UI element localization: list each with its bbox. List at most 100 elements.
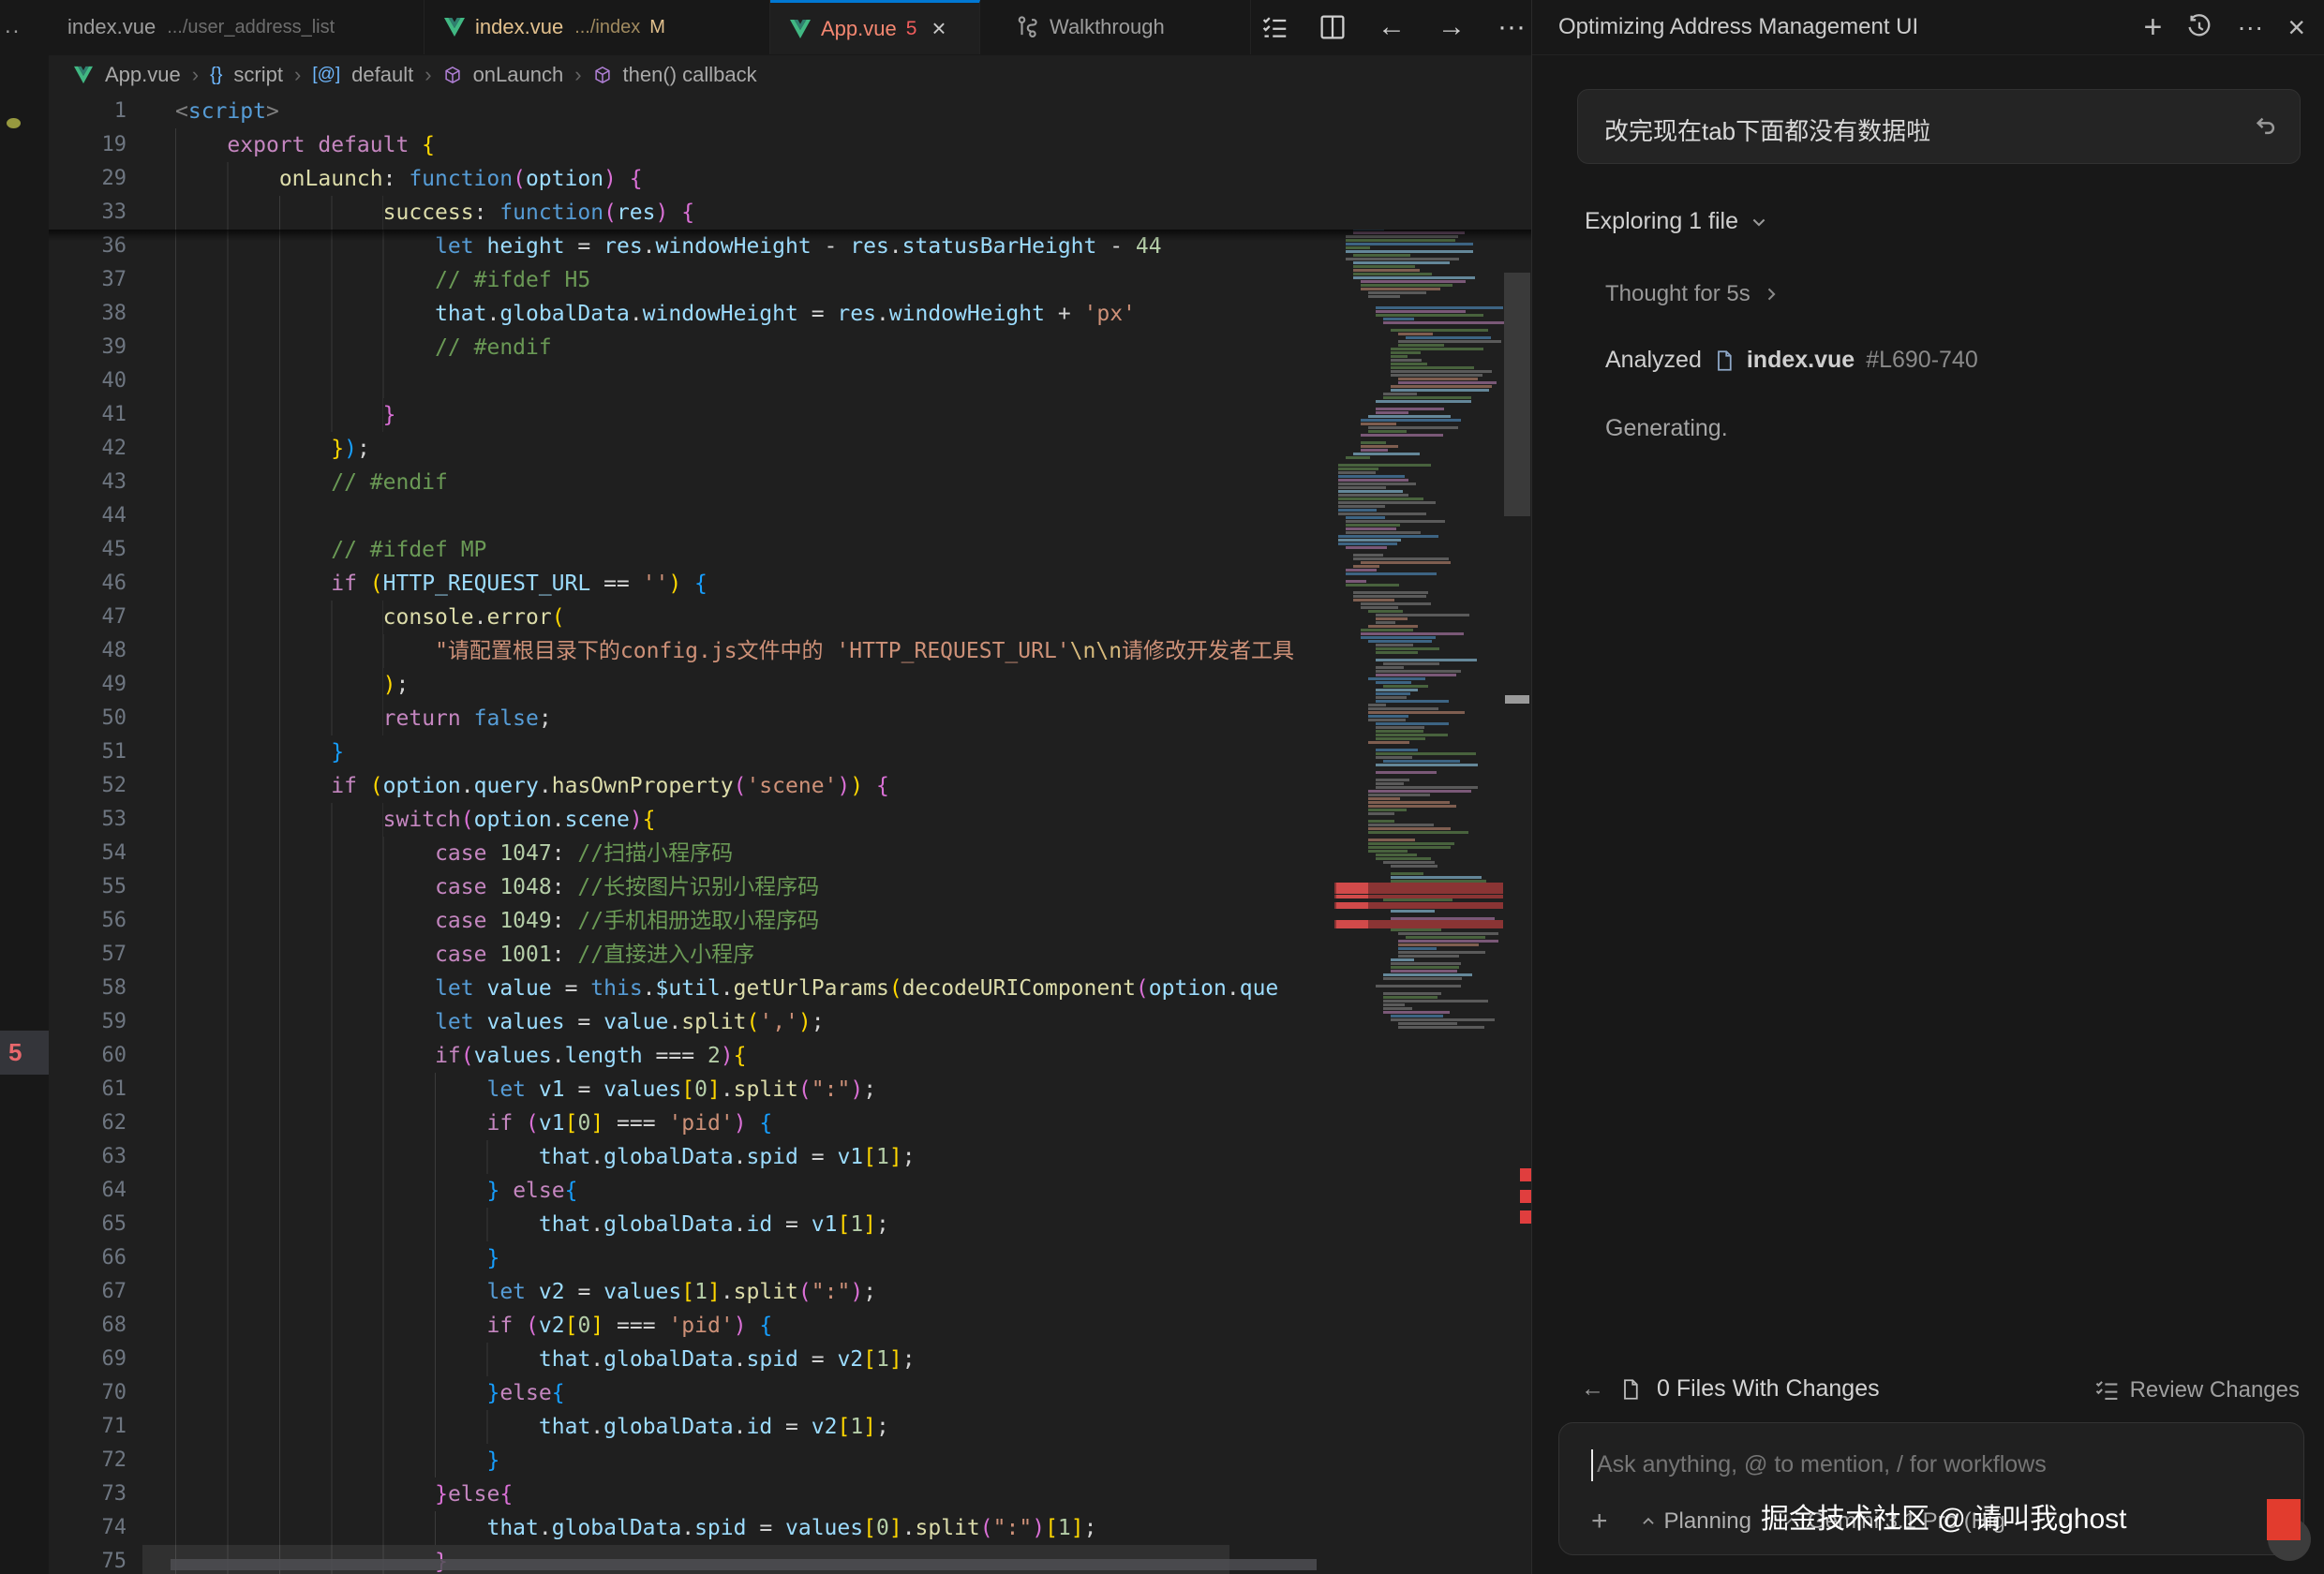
- code-line[interactable]: 37// #ifdef H5: [49, 263, 1531, 297]
- code-line[interactable]: 51}: [49, 735, 1531, 769]
- code-line[interactable]: 74that.globalData.spid = values[0].split…: [49, 1511, 1531, 1545]
- analyzed-file-name[interactable]: index.vue: [1747, 347, 1855, 374]
- line-number: 61: [49, 1073, 127, 1106]
- code-line[interactable]: 41}: [49, 398, 1531, 432]
- scrollbar-thumb[interactable]: [1504, 273, 1530, 516]
- panel-more-icon[interactable]: ···: [2237, 12, 2263, 42]
- code-line[interactable]: 33success: function(res) {: [49, 196, 1531, 230]
- tab-walkthrough[interactable]: Walkthrough: [997, 0, 1251, 54]
- code-line[interactable]: 67let v2 = values[1].split(":");: [49, 1275, 1531, 1309]
- breadcrumb-script[interactable]: script: [233, 63, 283, 87]
- code-line[interactable]: 42});: [49, 432, 1531, 466]
- code-line[interactable]: 54case 1047: //扫描小程序码: [49, 837, 1531, 870]
- split-editor-icon[interactable]: [1319, 14, 1346, 40]
- forward-icon[interactable]: →: [1438, 13, 1466, 41]
- tab-index-modified[interactable]: index.vue .../index M: [425, 0, 770, 54]
- code-editor[interactable]: 36let height = res.windowHeight - res.st…: [49, 95, 1531, 1574]
- cube-icon: [443, 66, 462, 84]
- code-line[interactable]: 50return false;: [49, 702, 1531, 735]
- code-line[interactable]: 19export default {: [49, 128, 1531, 162]
- restore-checkpoint-icon[interactable]: [2253, 112, 2279, 139]
- code-line[interactable]: 60if(values.length === 2){: [49, 1039, 1531, 1073]
- review-changes-button[interactable]: Review Changes: [2094, 1377, 2300, 1403]
- new-chat-icon[interactable]: +: [2143, 9, 2162, 46]
- code-line[interactable]: 44: [49, 499, 1531, 533]
- step-thought[interactable]: Thought for 5s: [1605, 281, 1780, 307]
- line-number: 71: [49, 1410, 127, 1444]
- code-line[interactable]: 58let value = this.$util.getUrlParams(de…: [49, 972, 1531, 1005]
- code-line[interactable]: 39// #endif: [49, 331, 1531, 364]
- vue-icon: [73, 66, 94, 84]
- code-line[interactable]: 55case 1048: //长按图片识别小程序码: [49, 870, 1531, 904]
- code-line[interactable]: 68if (v2[0] === 'pid') {: [49, 1309, 1531, 1343]
- chevron-down-icon: [1750, 213, 1768, 231]
- code-line[interactable]: 72}: [49, 1444, 1531, 1477]
- history-icon[interactable]: [2186, 14, 2212, 40]
- code-line[interactable]: 64} else{: [49, 1174, 1531, 1208]
- rail-overflow-label[interactable]: ..: [5, 13, 21, 39]
- code-line[interactable]: 63that.globalData.spid = v1[1];: [49, 1140, 1531, 1174]
- ai-chat-panel: Optimizing Address Management UI + ··· ×…: [1531, 0, 2324, 1574]
- line-number: 72: [49, 1444, 127, 1477]
- code-line[interactable]: 65that.globalData.id = v1[1];: [49, 1208, 1531, 1241]
- code-line[interactable]: 46if (HTTP_REQUEST_URL == '') {: [49, 567, 1531, 601]
- chevron-right-icon: [1762, 285, 1780, 304]
- code-line[interactable]: 62if (v1[0] === 'pid') {: [49, 1106, 1531, 1140]
- line-number: 64: [49, 1174, 127, 1208]
- minimap[interactable]: [1334, 100, 1503, 1042]
- chevron-up-icon: [1640, 1513, 1657, 1530]
- line-number: 37: [49, 263, 127, 297]
- rail-error-row[interactable]: 5: [0, 1031, 49, 1075]
- tab-app-vue-active[interactable]: App.vue 5 ×: [770, 0, 980, 54]
- collapsed-sidebar[interactable]: .. 5: [0, 0, 50, 1574]
- code-line[interactable]: 73}else{: [49, 1477, 1531, 1511]
- breadcrumb-file[interactable]: App.vue: [105, 63, 181, 87]
- line-number: 56: [49, 904, 127, 938]
- close-tab-icon[interactable]: ×: [931, 14, 946, 43]
- code-line[interactable]: 69that.globalData.spid = v2[1];: [49, 1343, 1531, 1376]
- panel-close-icon[interactable]: ×: [2287, 10, 2305, 45]
- code-line[interactable]: 38that.globalData.windowHeight = res.win…: [49, 297, 1531, 331]
- files-with-changes[interactable]: ← 0 Files With Changes: [1581, 1375, 1880, 1403]
- breadcrumb-onlaunch[interactable]: onLaunch: [473, 63, 564, 87]
- code-line[interactable]: 43// #endif: [49, 466, 1531, 499]
- line-number: 49: [49, 668, 127, 702]
- line-number: 73: [49, 1477, 127, 1511]
- code-line[interactable]: 53switch(option.scene){: [49, 803, 1531, 837]
- mode-selector[interactable]: Planning: [1640, 1508, 1751, 1535]
- step-exploring[interactable]: Exploring 1 file: [1585, 208, 1768, 235]
- code-line[interactable]: 71that.globalData.id = v2[1];: [49, 1410, 1531, 1444]
- more-actions-icon[interactable]: ···: [1497, 13, 1526, 41]
- step-analyzed[interactable]: Analyzed index.vue #L690-740: [1605, 347, 1978, 374]
- line-number: 55: [49, 870, 127, 904]
- code-line[interactable]: 40: [49, 364, 1531, 398]
- code-line[interactable]: 56case 1049: //手机相册选取小程序码: [49, 904, 1531, 938]
- breadcrumb-default[interactable]: default: [351, 63, 413, 87]
- code-line[interactable]: 52if (option.query.hasOwnProperty('scene…: [49, 769, 1531, 803]
- line-number: 70: [49, 1376, 127, 1410]
- line-number: 53: [49, 803, 127, 837]
- vertical-scrollbar[interactable]: [1503, 95, 1531, 1574]
- code-line[interactable]: 49);: [49, 668, 1531, 702]
- code-line[interactable]: 61let v1 = values[0].split(":");: [49, 1073, 1531, 1106]
- user-message[interactable]: 改完现在tab下面都没有数据啦: [1577, 89, 2301, 164]
- tab-label: Walkthrough: [1050, 15, 1165, 39]
- error-marker: [1520, 1210, 1531, 1224]
- tab-index-user-address-list[interactable]: index.vue .../user_address_list: [49, 0, 425, 54]
- footer-back-icon[interactable]: ←: [1581, 1375, 1604, 1403]
- code-line[interactable]: 29onLaunch: function(option) {: [49, 162, 1531, 196]
- code-line[interactable]: 45// #ifdef MP: [49, 533, 1531, 567]
- checklist-icon[interactable]: [1261, 14, 1288, 40]
- code-line[interactable]: 57case 1001: //直接进入小程序: [49, 938, 1531, 972]
- code-line[interactable]: 1<script>: [49, 95, 1531, 128]
- breadcrumb-callback[interactable]: then() callback: [623, 63, 757, 87]
- line-number: 19: [49, 128, 127, 162]
- horizontal-scrollbar[interactable]: [171, 1559, 1317, 1570]
- code-line[interactable]: 66}: [49, 1241, 1531, 1275]
- code-line[interactable]: 59let values = value.split(',');: [49, 1005, 1531, 1039]
- code-line[interactable]: 47console.error(: [49, 601, 1531, 634]
- code-line[interactable]: 70}else{: [49, 1376, 1531, 1410]
- code-line[interactable]: 48"请配置根目录下的config.js文件中的 'HTTP_REQUEST_U…: [49, 634, 1531, 668]
- attach-icon[interactable]: +: [1591, 1506, 1608, 1537]
- back-icon[interactable]: ←: [1378, 13, 1406, 41]
